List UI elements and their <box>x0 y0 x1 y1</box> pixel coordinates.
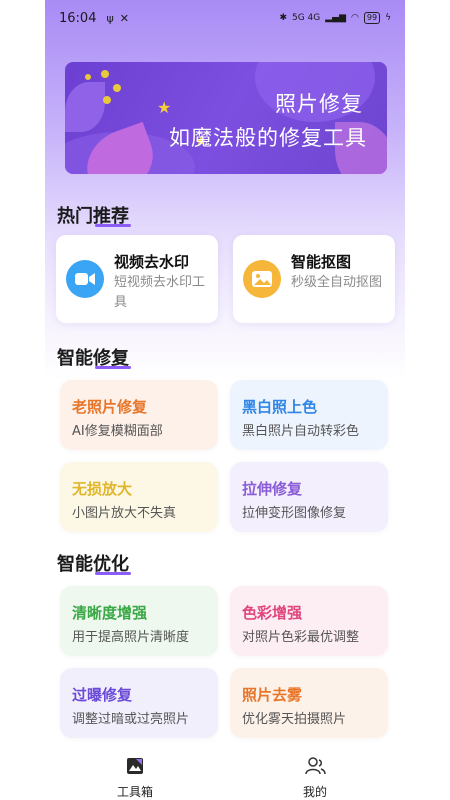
star-icon: ★ <box>157 98 172 117</box>
dot-decoration <box>85 74 91 80</box>
card-desc: 对照片色彩最优调整 <box>242 630 360 645</box>
usb-icon: ψ <box>106 11 114 25</box>
network-type: 5G 4G <box>291 13 321 23</box>
hot-card-desc: 短视频去水印工具 <box>114 275 206 310</box>
tools-icon: ✕ <box>119 11 129 25</box>
status-right: ✱ 5G 4G ▂▄▆ ◠ 99 ϟ <box>279 12 391 24</box>
card-title: 老照片修复 <box>72 398 148 416</box>
dot-decoration <box>113 84 121 92</box>
card-photo-dehaze[interactable]: 照片去雾 优化雾天拍摄照片 <box>230 668 388 738</box>
section-title-hot: 热门推荐 <box>57 202 131 228</box>
signal-icon: ▂▄▆ <box>325 13 347 23</box>
image-icon <box>243 260 281 298</box>
card-colorize-bw[interactable]: 黑白照上色 黑白照片自动转彩色 <box>230 380 388 450</box>
dot-decoration <box>103 96 111 104</box>
dot-decoration <box>101 70 109 78</box>
section-title-text: 智能修复 <box>57 348 129 369</box>
card-desc: 优化雾天拍摄照片 <box>242 712 347 727</box>
hero-banner[interactable]: ★ ★ 照片修复 如魔法般的修复工具 <box>65 62 387 174</box>
card-exposure-repair[interactable]: 过曝修复 调整过暗或过亮照片 <box>60 668 218 738</box>
status-bar: 16:04 ψ ✕ ✱ 5G 4G ▂▄▆ ◠ 99 ϟ <box>45 0 405 36</box>
nav-item-mine[interactable]: 我的 <box>225 750 405 800</box>
banner-title: 照片修复 <box>275 92 363 116</box>
video-camera-icon <box>66 260 104 298</box>
hot-card-title: 视频去水印 <box>114 253 190 271</box>
hot-card-title: 智能抠图 <box>291 253 352 271</box>
nav-label-toolbox: 工具箱 <box>116 785 153 799</box>
card-title: 拉伸修复 <box>242 480 303 498</box>
card-title: 清晰度增强 <box>72 604 148 622</box>
section-title-text: 热门推荐 <box>57 206 129 227</box>
section-title-repair: 智能修复 <box>57 344 131 370</box>
card-desc: 小图片放大不失真 <box>72 506 177 521</box>
card-title: 无损放大 <box>72 480 133 498</box>
card-title: 照片去雾 <box>242 686 303 704</box>
card-title: 黑白照上色 <box>242 398 318 416</box>
app-screen: 16:04 ψ ✕ ✱ 5G 4G ▂▄▆ ◠ 99 ϟ ★ ★ 照片修复 如魔… <box>45 0 405 800</box>
card-lossless-upscale[interactable]: 无损放大 小图片放大不失真 <box>60 462 218 532</box>
nav-label-mine: 我的 <box>302 785 327 799</box>
card-title: 过曝修复 <box>72 686 133 704</box>
hot-card-desc: 秒级全自动抠图 <box>291 275 383 290</box>
bottom-nav: 工具箱 我的 <box>45 750 405 800</box>
toolbox-icon <box>125 756 145 780</box>
charging-icon: ϟ <box>385 13 391 23</box>
card-stretch-repair[interactable]: 拉伸修复 拉伸变形图像修复 <box>230 462 388 532</box>
card-color-enhance[interactable]: 色彩增强 对照片色彩最优调整 <box>230 586 388 656</box>
hot-card-smart-cutout[interactable]: 智能抠图 秒级全自动抠图 <box>233 235 395 323</box>
section-title-optimize: 智能优化 <box>57 550 131 576</box>
card-desc: 拉伸变形图像修复 <box>242 506 347 521</box>
nav-item-toolbox[interactable]: 工具箱 <box>45 750 225 800</box>
card-desc: 调整过暗或过亮照片 <box>72 712 190 727</box>
card-desc: AI修复模糊面部 <box>72 424 163 439</box>
user-icon <box>304 756 326 780</box>
leaf-decoration <box>65 82 105 132</box>
status-time: 16:04 <box>59 10 97 26</box>
card-old-photo-repair[interactable]: 老照片修复 AI修复模糊面部 <box>60 380 218 450</box>
card-title: 色彩增强 <box>242 604 303 622</box>
card-clarity-enhance[interactable]: 清晰度增强 用于提高照片清晰度 <box>60 586 218 656</box>
card-desc: 用于提高照片清晰度 <box>72 630 190 645</box>
wifi-icon: ◠ <box>351 13 359 23</box>
banner-subtitle: 如魔法般的修复工具 <box>169 126 367 150</box>
battery-icon: 99 <box>363 12 381 24</box>
bluetooth-icon: ✱ <box>279 13 287 23</box>
card-desc: 黑白照片自动转彩色 <box>242 424 360 439</box>
section-title-text: 智能优化 <box>57 554 129 575</box>
hot-card-video-watermark[interactable]: 视频去水印 短视频去水印工具 <box>56 235 218 323</box>
